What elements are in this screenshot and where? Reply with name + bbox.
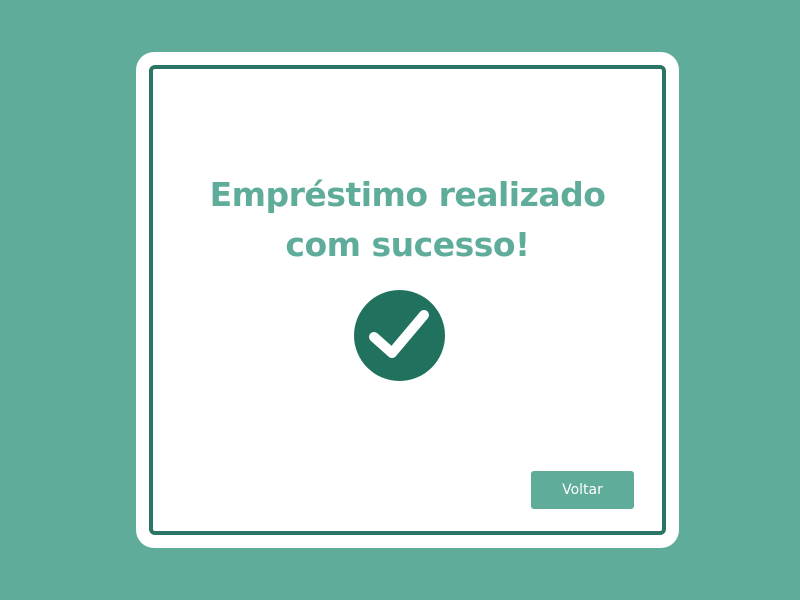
check-circle-icon (354, 290, 445, 381)
checkmark-icon (369, 310, 429, 358)
success-dialog: Empréstimo realizado com sucesso! Voltar (136, 52, 679, 548)
success-screen: Empréstimo realizado com sucesso! Voltar (0, 0, 800, 600)
back-button[interactable]: Voltar (531, 471, 634, 509)
success-title-line-2: com sucesso! (285, 225, 530, 264)
success-title: Empréstimo realizado com sucesso! (136, 170, 679, 270)
success-title-line-1: Empréstimo realizado (209, 175, 606, 214)
